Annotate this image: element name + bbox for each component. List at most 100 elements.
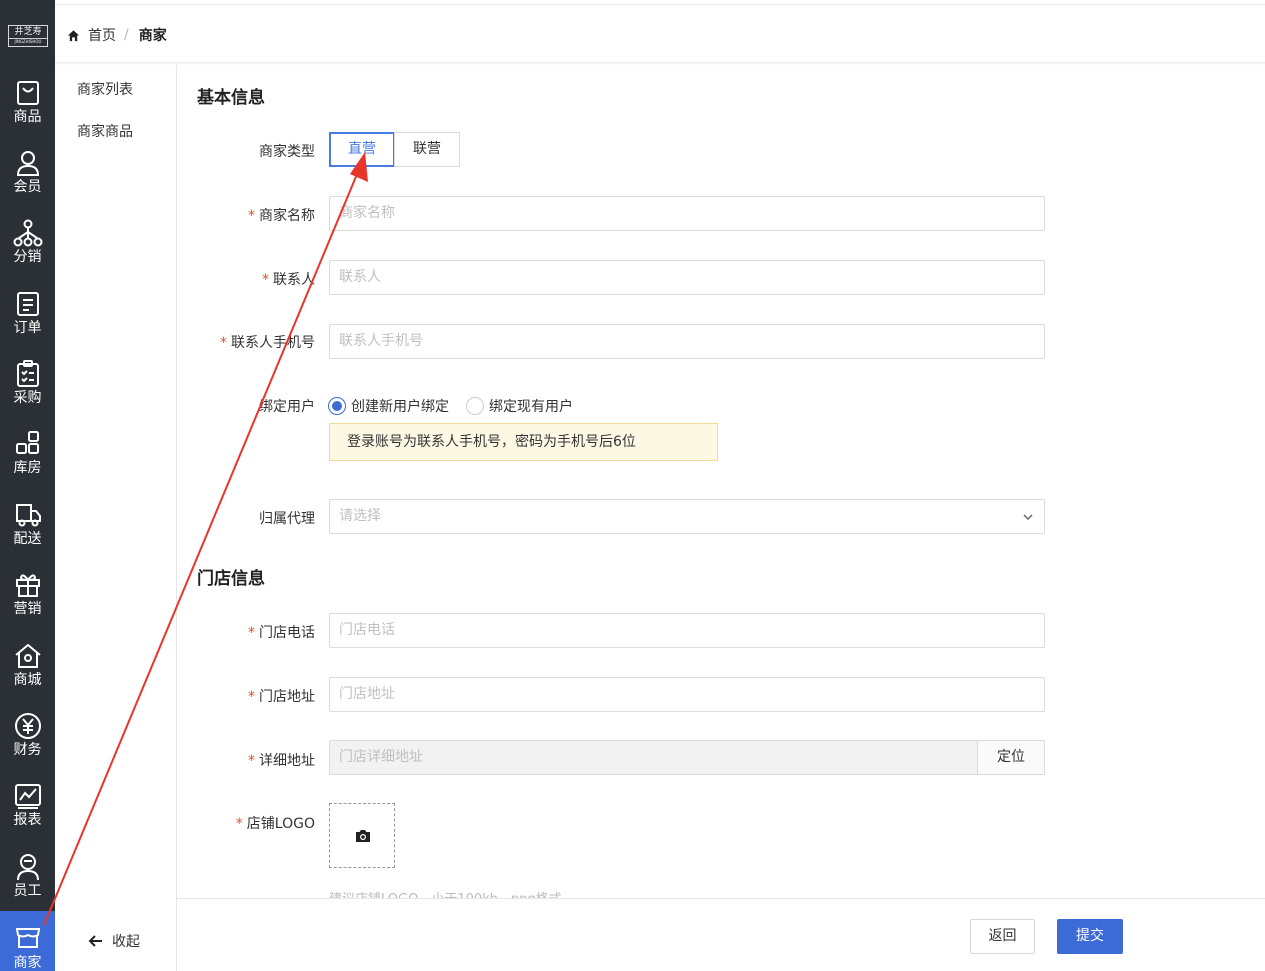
contact-phone-label: * 联系人手机号 bbox=[220, 332, 315, 352]
chart-icon bbox=[15, 784, 41, 809]
label-text: 详细地址 bbox=[259, 753, 315, 769]
house-icon bbox=[15, 643, 41, 668]
nav-item-warehouse[interactable]: 库房 bbox=[0, 429, 55, 499]
header-shadow bbox=[55, 62, 1265, 65]
logo-text: 井芝寿 bbox=[14, 27, 42, 37]
nav-label: 配送 bbox=[13, 531, 42, 547]
nav-label: 订单 bbox=[13, 320, 42, 336]
nav-label: 商品 bbox=[13, 109, 42, 125]
user-icon bbox=[16, 151, 40, 176]
label-text: 商家名称 bbox=[259, 208, 315, 224]
radio-label: 创建新用户绑定 bbox=[351, 399, 449, 415]
breadcrumb: 首页 / 商家 bbox=[67, 24, 167, 46]
logo-subtext: JINGZHISHOU bbox=[9, 38, 47, 45]
nav-item-distribution[interactable]: 分销 bbox=[0, 218, 55, 288]
collapse-label: 收起 bbox=[112, 934, 140, 950]
bind-notice: 登录账号为联系人手机号，密码为手机号后6位 bbox=[329, 423, 718, 461]
submit-button[interactable]: 提交 bbox=[1057, 919, 1123, 954]
label-text: 店铺LOGO bbox=[246, 816, 315, 832]
required-mark: * bbox=[235, 816, 243, 832]
nav-item-finance[interactable]: 财务 bbox=[0, 711, 55, 781]
nav-label: 库房 bbox=[13, 460, 42, 476]
store-icon bbox=[15, 928, 41, 948]
radio-bind-existing-user[interactable]: 绑定现有用户 bbox=[466, 396, 573, 416]
locate-button[interactable]: 定位 bbox=[977, 740, 1045, 775]
agent-label: 归属代理 bbox=[259, 511, 315, 527]
nav-item-order[interactable]: 订单 bbox=[0, 289, 55, 359]
nav-label: 员工 bbox=[13, 883, 42, 899]
truck-icon bbox=[16, 504, 41, 527]
camera-icon bbox=[356, 830, 370, 842]
submenu-item-merchant-list[interactable]: 商家列表 bbox=[77, 79, 133, 99]
agent-select-placeholder: 请选择 bbox=[339, 508, 381, 524]
gift-icon bbox=[16, 574, 40, 597]
section-title-store: 门店信息 bbox=[197, 569, 265, 589]
submenu-item-merchant-goods[interactable]: 商家商品 bbox=[77, 121, 133, 141]
nav-item-merchant[interactable]: 商家 bbox=[0, 911, 55, 971]
nav-label: 报表 bbox=[13, 812, 42, 828]
label-text: 门店地址 bbox=[259, 689, 315, 705]
top-divider bbox=[55, 4, 1265, 5]
nav-item-delivery[interactable]: 配送 bbox=[0, 500, 55, 570]
nav-label: 分销 bbox=[13, 249, 42, 265]
checklist-icon bbox=[17, 360, 39, 387]
logo: 井芝寿 JINGZHISHOU bbox=[8, 25, 48, 47]
required-mark: * bbox=[248, 753, 255, 769]
store-logo-label: * 店铺LOGO bbox=[236, 813, 315, 833]
nav-item-marketing[interactable]: 营销 bbox=[0, 570, 55, 640]
nav-item-mall[interactable]: 商城 bbox=[0, 641, 55, 711]
main-nav: 井芝寿 JINGZHISHOU 商品 会员 分销 订单 采购 库房 配送 营销 … bbox=[0, 0, 55, 971]
nav-label: 营销 bbox=[13, 601, 42, 617]
agent-select[interactable]: 请选择 bbox=[329, 499, 1045, 534]
label-text: 联系人 bbox=[273, 272, 315, 288]
store-tel-label: * 门店电话 bbox=[248, 622, 315, 642]
merchant-type-label: 商家类型 bbox=[259, 144, 315, 160]
store-address-input[interactable]: 门店地址 bbox=[329, 677, 1045, 712]
home-icon bbox=[67, 29, 80, 41]
required-mark: * bbox=[248, 689, 255, 705]
nav-label: 采购 bbox=[13, 390, 42, 406]
required-mark: * bbox=[248, 625, 255, 641]
grid-icon bbox=[16, 431, 39, 454]
nav-item-report[interactable]: 报表 bbox=[0, 781, 55, 851]
nav-item-goods[interactable]: 商品 bbox=[0, 78, 55, 148]
section-title-basic: 基本信息 bbox=[197, 88, 265, 108]
required-mark: * bbox=[220, 335, 227, 351]
breadcrumb-home[interactable]: 首页 bbox=[88, 25, 116, 45]
label-text: 门店电话 bbox=[259, 625, 315, 641]
annotation-arrow bbox=[43, 152, 368, 926]
nav-label: 财务 bbox=[13, 742, 42, 758]
radio-create-new-user[interactable]: 创建新用户绑定 bbox=[328, 396, 449, 416]
arrow-left-icon bbox=[88, 935, 102, 947]
nav-label: 会员 bbox=[13, 179, 42, 195]
document-icon bbox=[17, 292, 39, 316]
type-option-joint[interactable]: 联营 bbox=[394, 132, 460, 167]
nav-label: 商城 bbox=[13, 672, 42, 688]
nav-item-purchase[interactable]: 采购 bbox=[0, 359, 55, 429]
contact-label: * 联系人 bbox=[262, 269, 315, 289]
back-button[interactable]: 返回 bbox=[970, 919, 1035, 954]
type-option-direct[interactable]: 直营 bbox=[329, 132, 395, 167]
radio-dot bbox=[466, 397, 484, 415]
label-text: 联系人手机号 bbox=[231, 335, 315, 351]
breadcrumb-current: 商家 bbox=[138, 28, 167, 44]
detail-address-input[interactable]: 门店详细地址 bbox=[329, 740, 978, 775]
yen-icon bbox=[15, 713, 41, 739]
store-address-label: * 门店地址 bbox=[248, 686, 315, 706]
detail-address-label: * 详细地址 bbox=[248, 750, 315, 770]
contact-phone-input[interactable]: 联系人手机号 bbox=[329, 324, 1045, 359]
required-mark: * bbox=[248, 208, 255, 224]
sub-menu: 商家列表 商家商品 收起 bbox=[55, 65, 177, 971]
required-mark: * bbox=[262, 272, 269, 288]
nav-item-member[interactable]: 会员 bbox=[0, 148, 55, 218]
merchant-name-label: * 商家名称 bbox=[248, 205, 315, 225]
network-icon bbox=[13, 219, 43, 247]
merchant-name-input[interactable]: 商家名称 bbox=[329, 196, 1045, 231]
contact-input[interactable]: 联系人 bbox=[329, 260, 1045, 295]
collapse-button[interactable]: 收起 bbox=[88, 931, 140, 951]
breadcrumb-separator: / bbox=[124, 27, 129, 43]
bind-user-label: 绑定用户 bbox=[259, 399, 315, 415]
radio-label: 绑定现有用户 bbox=[489, 399, 573, 415]
store-tel-input[interactable]: 门店电话 bbox=[329, 613, 1045, 648]
logo-upload[interactable] bbox=[329, 803, 395, 868]
